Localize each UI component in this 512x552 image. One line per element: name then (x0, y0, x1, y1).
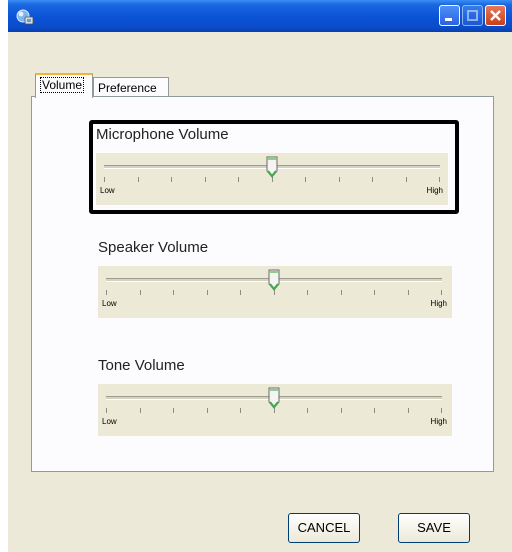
slider-tick (408, 290, 409, 295)
slider-tick (374, 290, 375, 295)
speaker-volume-slider[interactable]: Low High (98, 266, 452, 318)
slider-tick (207, 290, 208, 295)
low-label: Low (100, 186, 115, 195)
slider-tick (106, 408, 107, 413)
slider-tick (104, 177, 105, 182)
slider-tick (207, 408, 208, 413)
maximize-button[interactable] (462, 5, 483, 26)
slider-tick (441, 290, 442, 295)
slider-thumb[interactable] (268, 387, 280, 409)
microphone-volume-group: Microphone Volume Low High (89, 120, 459, 214)
close-button[interactable] (485, 5, 506, 26)
tab-preference-label: Preference (98, 81, 157, 95)
slider-tick (238, 177, 239, 182)
speaker-volume-group: Speaker Volume Low High (95, 233, 455, 323)
slider-tick (106, 290, 107, 295)
microphone-volume-label: Microphone Volume (96, 126, 229, 143)
slider-tick (240, 290, 241, 295)
tone-volume-group: Tone Volume Low High (95, 351, 455, 441)
tab-volume[interactable]: Volume (35, 73, 93, 98)
slider-tick (173, 408, 174, 413)
volume-panel: Microphone Volume Low High Speaker Volum… (31, 96, 494, 472)
slider-thumb[interactable] (268, 269, 280, 291)
slider-tick (339, 177, 340, 182)
microphone-volume-slider[interactable]: Low High (96, 153, 448, 205)
high-label: High (430, 417, 447, 426)
tone-volume-slider[interactable]: Low High (98, 384, 452, 436)
tone-volume-label: Tone Volume (98, 357, 185, 374)
tab-volume-label: Volume (40, 77, 85, 93)
maximize-icon (467, 10, 478, 21)
title-bar[interactable] (8, 0, 512, 32)
app-icon (16, 8, 34, 26)
slider-tick (341, 408, 342, 413)
slider-tick (374, 408, 375, 413)
low-label: Low (102, 299, 117, 308)
slider-tick (140, 408, 141, 413)
slider-tick (138, 177, 139, 182)
speaker-volume-label: Speaker Volume (98, 239, 209, 256)
slider-tick (205, 177, 206, 182)
slider-tick (439, 177, 440, 182)
slider-tick (305, 177, 306, 182)
low-label: Low (102, 417, 117, 426)
slider-tick (408, 408, 409, 413)
cancel-button[interactable]: CANCEL (288, 513, 360, 543)
slider-tick (171, 177, 172, 182)
minimize-button[interactable] (439, 5, 460, 26)
slider-tick (307, 408, 308, 413)
slider-tick (240, 408, 241, 413)
minimize-icon (445, 18, 452, 21)
slider-tick (441, 408, 442, 413)
slider-tick (307, 290, 308, 295)
slider-tick (406, 177, 407, 182)
high-label: High (426, 186, 443, 195)
slider-thumb[interactable] (266, 156, 278, 178)
slider-tick (372, 177, 373, 182)
dialog-window: Volume Preference Microphone Volume Low … (8, 0, 512, 552)
close-icon (490, 10, 501, 21)
high-label: High (430, 299, 447, 308)
slider-tick (140, 290, 141, 295)
save-button[interactable]: SAVE (398, 513, 470, 543)
slider-tick (341, 290, 342, 295)
slider-tick (173, 290, 174, 295)
